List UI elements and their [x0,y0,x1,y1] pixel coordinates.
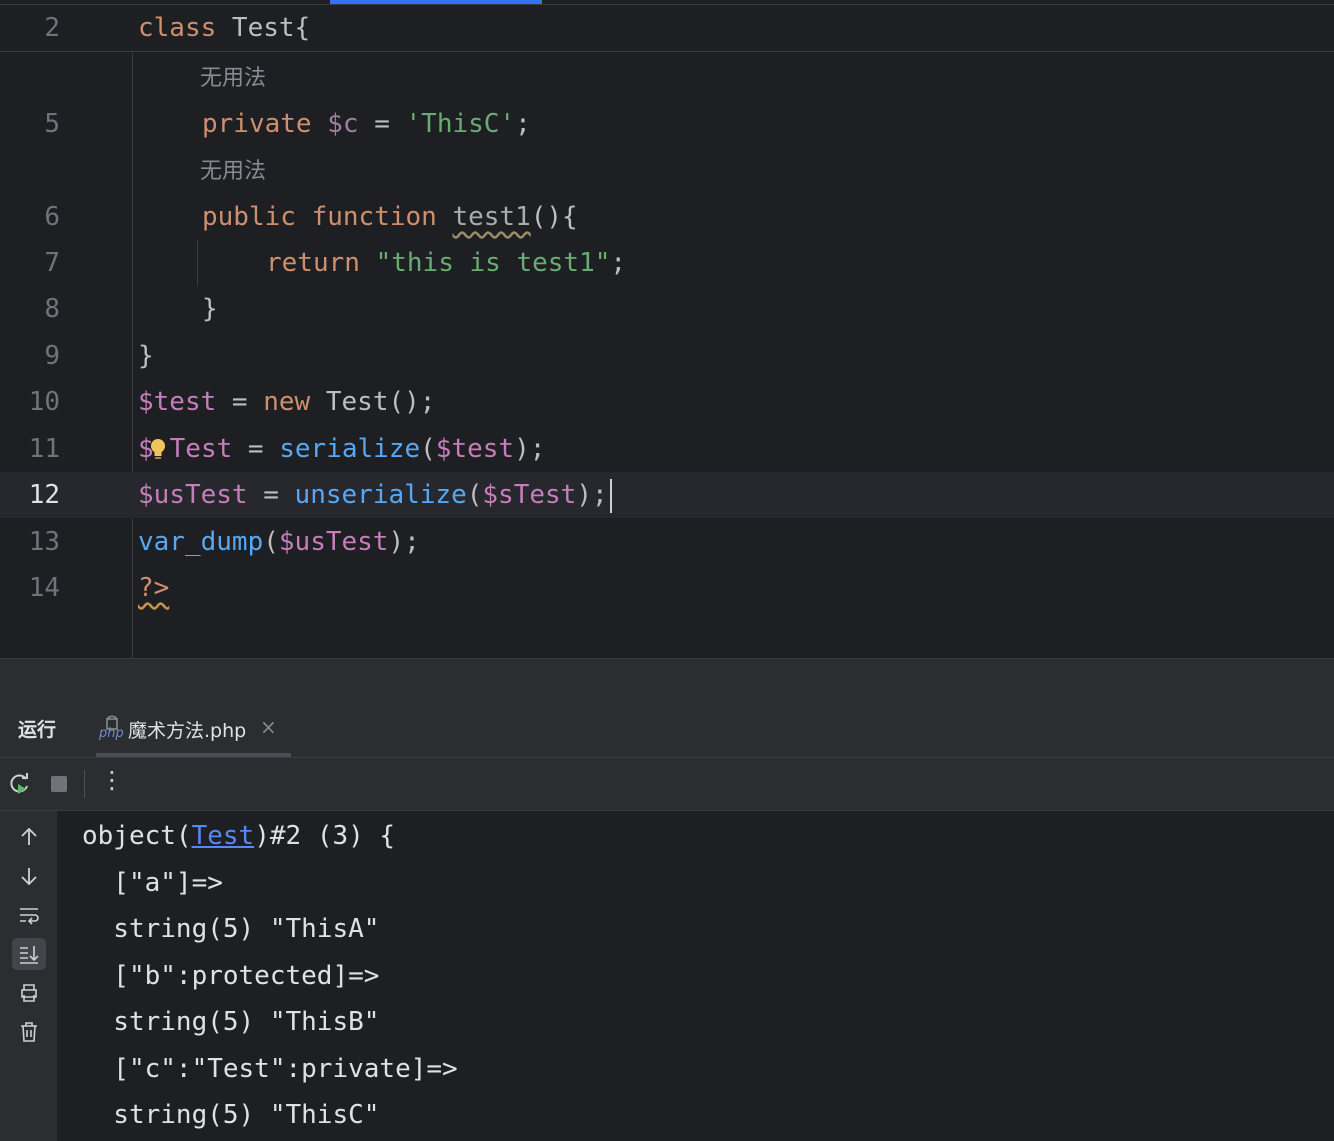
code-line-5[interactable]: 5 private $c = 'ThisC'; [0,101,1334,147]
usage-hint[interactable]: 无用法 [200,153,266,185]
code-text: ?> [138,573,170,603]
line-number: 10 [28,387,60,417]
run-tab-bar: 运行 php 魔术方法.php × [0,697,1334,758]
line-number: 12 [28,480,60,510]
line-number: 2 [44,13,60,43]
code-text: private $c = 'ThisC'; [202,109,531,139]
scroll-to-end-icon[interactable] [12,938,46,970]
usage-hint[interactable]: 无用法 [200,60,266,92]
line-number: 6 [44,202,60,232]
code-text: $usTest = unserialize($sTest); [138,472,612,518]
code-text: return "this is test1"; [266,248,627,278]
class-link[interactable]: Test [192,821,255,851]
soft-wrap-icon[interactable] [12,899,46,931]
line-number: 11 [28,434,60,464]
arrow-down-icon[interactable] [12,860,46,892]
print-icon[interactable] [12,977,46,1009]
console-output[interactable]: object(Test)#2 (3) { ["a"]=> string(5) "… [57,811,1334,1141]
code-text: public function test1(){ [202,202,578,232]
arrow-up-icon[interactable] [12,821,46,853]
code-line-6[interactable]: 6 public function test1(){ [0,194,1334,240]
code-editor[interactable]: 2 class Test{ 无用法 5 private $c = 'ThisC'… [0,0,1334,659]
code-line-12[interactable]: 12 $usTest = unserialize($sTest); [0,472,1334,518]
php-file-icon: php [98,715,124,741]
line-number: 7 [44,248,60,278]
trash-icon[interactable] [12,1016,46,1048]
active-tab-indicator [96,753,291,757]
console-line: string(5) "ThisC" [82,1100,380,1130]
console-side-toolbar [0,811,57,1141]
toolbar-separator [84,770,85,798]
console-line: ["b":protected]=> [82,961,380,991]
line-number: 9 [44,341,60,371]
stop-icon[interactable] [47,772,71,796]
code-text: $ Test = serialize($test); [138,434,546,464]
rerun-icon[interactable] [8,772,32,796]
sticky-line[interactable]: 2 class Test{ [0,5,1334,52]
text-caret [609,478,612,513]
more-options-icon[interactable]: ⋮ [100,766,124,794]
run-tool-window: 运行 php 魔术方法.php × ⋮ object(Test)#2 (3) {… [0,697,1334,1141]
code-text: $test = new Test(); [138,387,436,417]
line-number: 5 [44,109,60,139]
line-number: 14 [28,573,60,603]
console-line: ["c":"Test":private]=> [82,1054,458,1084]
code-line-13[interactable]: 13 var_dump($usTest); [0,519,1334,565]
close-icon[interactable]: × [260,715,277,739]
code-line: class Test{ [138,13,311,43]
run-tab[interactable]: php 魔术方法.php × [96,697,291,757]
code-line-11[interactable]: 11 $ Test = serialize($test); [0,426,1334,472]
console-line: object(Test)#2 (3) { [82,821,396,851]
code-text: } [138,341,154,371]
console-line: string(5) "ThisB" [82,1007,380,1037]
run-toolbar: ⋮ [0,758,1334,811]
lightbulb-icon[interactable] [149,438,167,462]
code-line-14[interactable]: 14 ?> [0,565,1334,611]
code-line-10[interactable]: 10 $test = new Test(); [0,379,1334,425]
code-line-8[interactable]: 8 } [0,286,1334,332]
console-line: ["a"]=> [82,868,223,898]
code-text: } [202,294,218,324]
code-text: var_dump($usTest); [138,527,420,557]
line-number: 13 [28,527,60,557]
line-number: 8 [44,294,60,324]
svg-text:php: php [98,726,124,741]
run-panel-title: 运行 [18,719,57,741]
run-tab-label: 魔术方法.php [128,720,247,742]
panel-gap [0,659,1334,697]
code-line-7[interactable]: 7 return "this is test1"; [0,240,1334,286]
console-line: string(5) "ThisA" [82,914,380,944]
code-line-9[interactable]: 9 } [0,333,1334,379]
